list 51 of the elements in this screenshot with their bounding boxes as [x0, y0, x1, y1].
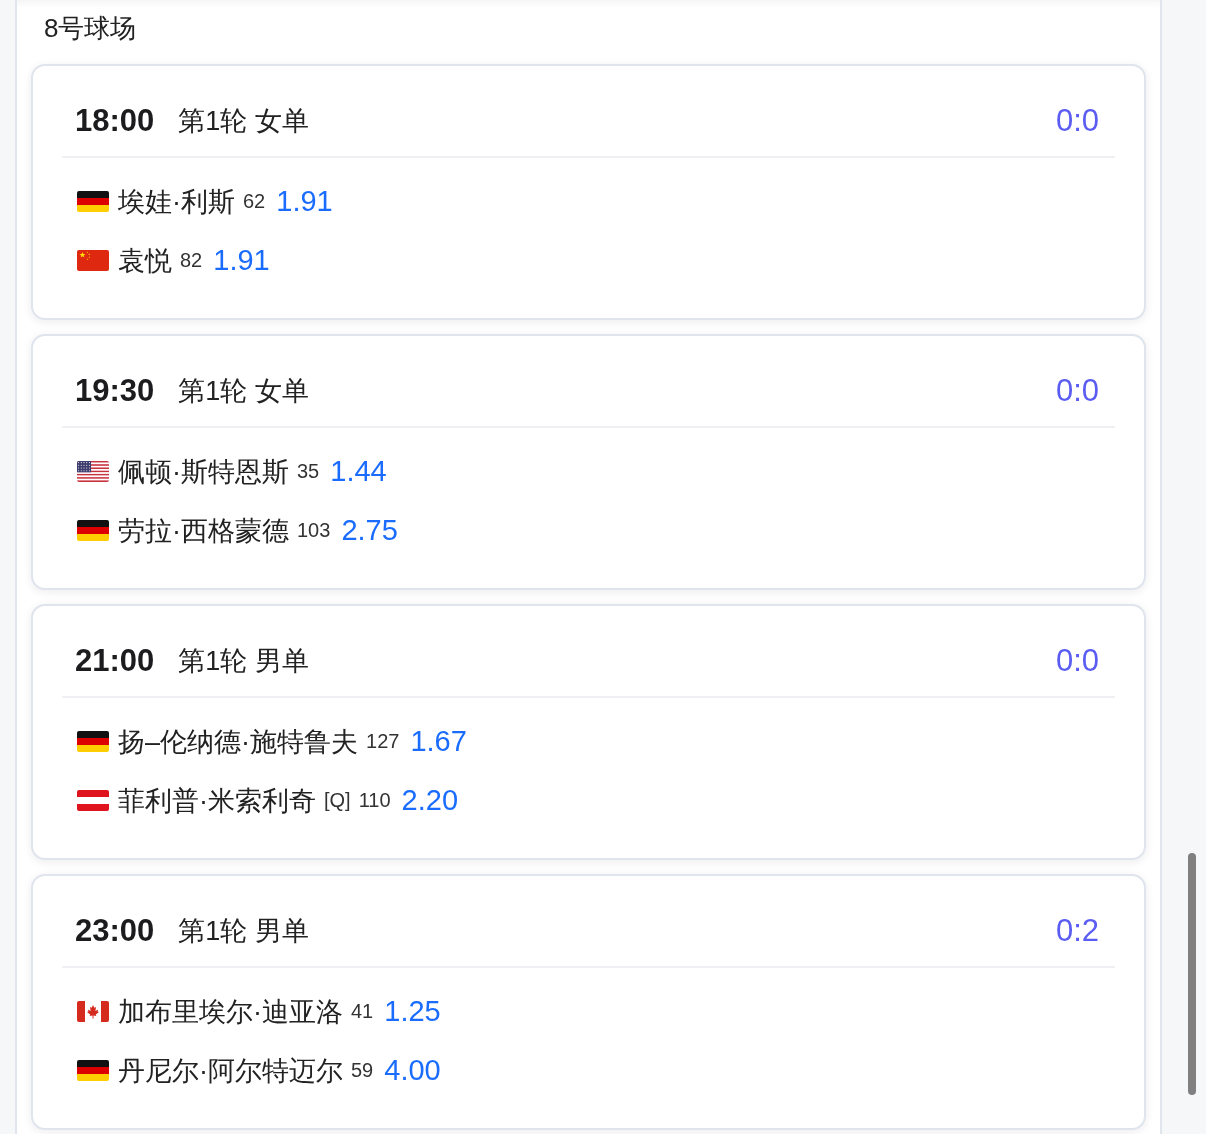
betting-odds[interactable]: 1.91	[276, 185, 333, 218]
match-score: 0:0	[1055, 373, 1099, 409]
player-name: 菲利普·米索利奇	[118, 784, 316, 818]
match-score: 0:2	[1055, 913, 1099, 949]
match-round: 第1轮 男单	[178, 645, 309, 678]
usa-flag-icon	[77, 461, 109, 482]
germany-flag-icon	[77, 1060, 109, 1081]
germany-flag-icon	[77, 191, 109, 212]
player-name: 加布里埃尔·迪亚洛	[118, 995, 343, 1029]
player-name: 劳拉·西格蒙德	[118, 514, 289, 548]
court-title: 8号球场	[43, 12, 137, 45]
betting-odds[interactable]: 2.75	[341, 514, 398, 547]
player-rank: 35	[297, 460, 320, 483]
player-rank: 127	[366, 730, 400, 753]
player-rank: 110	[358, 789, 391, 812]
betting-odds[interactable]: 1.67	[410, 725, 467, 758]
match-score: 0:0	[1055, 643, 1099, 679]
player-rank: 62	[243, 190, 266, 213]
match-card[interactable]: 19:30 第1轮 女单 0:0 佩顿·斯特恩斯 35 1.44 劳拉·西格蒙德 103 2.75	[31, 334, 1146, 590]
match-card[interactable]: 18:00 第1轮 女单 0:0 埃娃·利斯 62 1.91 袁悦 82 1.91	[31, 64, 1146, 320]
match-time: 18:00	[75, 103, 155, 139]
betting-odds[interactable]: 1.44	[330, 455, 387, 488]
player-rank: 41	[351, 1000, 374, 1023]
match-card[interactable]: 23:00 第1轮 男单 0:2 加布里埃尔·迪亚洛 41 1.25 丹尼尔·阿尔特迈尔 59 4.00	[31, 874, 1146, 1130]
player-name: 佩顿·斯特恩斯	[118, 455, 289, 489]
player-rank: 103	[297, 519, 331, 542]
player-name: 袁悦	[118, 244, 172, 278]
austria-flag-icon	[77, 790, 109, 811]
player-name: 埃娃·利斯	[118, 185, 235, 219]
betting-odds[interactable]: 1.25	[384, 995, 441, 1028]
qualifier-tag: [Q]	[324, 789, 351, 812]
match-time: 19:30	[75, 373, 155, 409]
match-time: 23:00	[75, 913, 155, 949]
betting-odds[interactable]: 4.00	[384, 1054, 441, 1087]
betting-odds[interactable]: 1.91	[213, 244, 270, 277]
player-rank: 82	[180, 249, 203, 272]
match-round: 第1轮 男单	[178, 915, 309, 948]
match-round: 第1轮 女单	[178, 105, 309, 138]
germany-flag-icon	[77, 731, 109, 752]
match-time: 21:00	[75, 643, 155, 679]
scrollbar-thumb[interactable]	[1188, 853, 1196, 1095]
match-round: 第1轮 女单	[178, 375, 309, 408]
germany-flag-icon	[77, 520, 109, 541]
player-name: 扬–伦纳德·施特鲁夫	[118, 725, 358, 759]
betting-odds[interactable]: 2.20	[401, 784, 458, 817]
player-name: 丹尼尔·阿尔特迈尔	[118, 1054, 343, 1088]
player-rank: 59	[351, 1059, 374, 1082]
match-score: 0:0	[1055, 103, 1099, 139]
match-card[interactable]: 21:00 第1轮 男单 0:0 扬–伦纳德·施特鲁夫 127 1.67 菲利普·米索利奇 [Q] 110 2.20	[31, 604, 1146, 860]
canada-flag-icon	[77, 1001, 109, 1022]
china-flag-icon	[77, 250, 109, 271]
